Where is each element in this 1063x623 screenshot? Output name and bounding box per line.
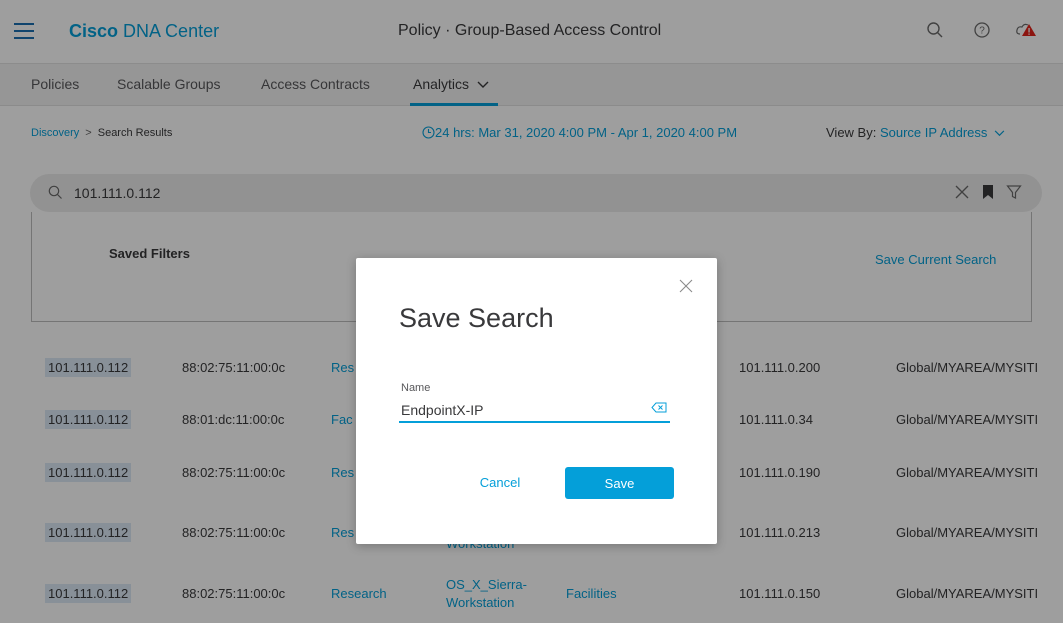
cancel-button[interactable]: Cancel — [460, 472, 540, 492]
clear-input-icon[interactable] — [651, 402, 667, 413]
save-search-dialog: Save Search Name Cancel Save — [356, 258, 717, 544]
save-button[interactable]: Save — [565, 467, 674, 499]
name-field[interactable] — [399, 399, 670, 423]
name-field-label: Name — [401, 382, 431, 394]
close-icon[interactable] — [679, 279, 693, 293]
dialog-title: Save Search — [399, 303, 554, 333]
